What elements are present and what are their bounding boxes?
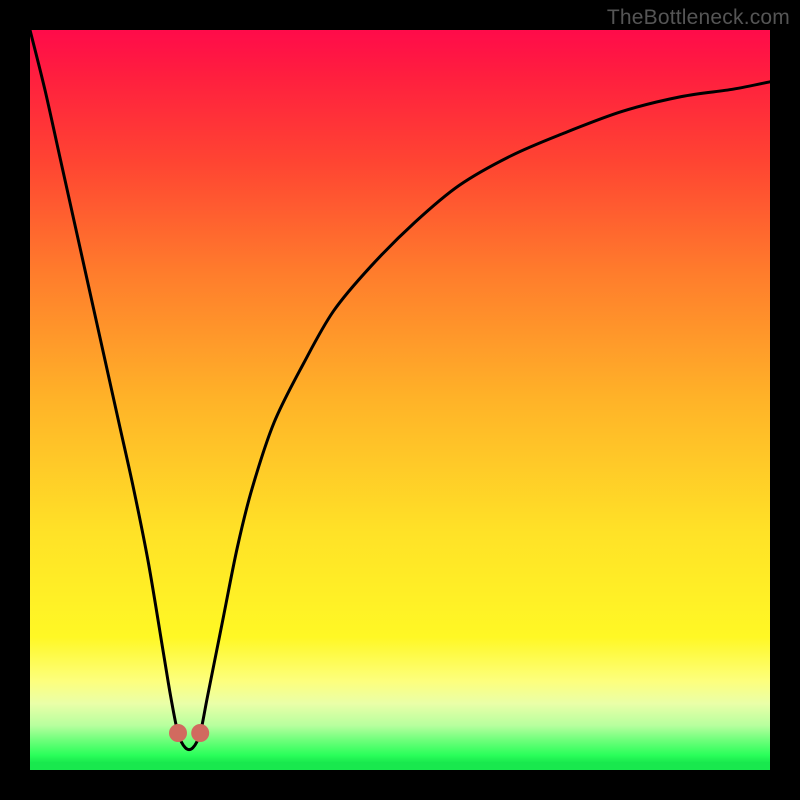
curve-path: [30, 30, 770, 750]
chart-plot-area: [30, 30, 770, 770]
chart-svg: [30, 30, 770, 770]
marker-min-left: [169, 724, 187, 742]
watermark-text: TheBottleneck.com: [607, 6, 790, 30]
curve-min-markers: [169, 724, 209, 742]
marker-min-right: [191, 724, 209, 742]
chart-frame: TheBottleneck.com: [0, 0, 800, 800]
bottleneck-curve: [30, 30, 770, 750]
